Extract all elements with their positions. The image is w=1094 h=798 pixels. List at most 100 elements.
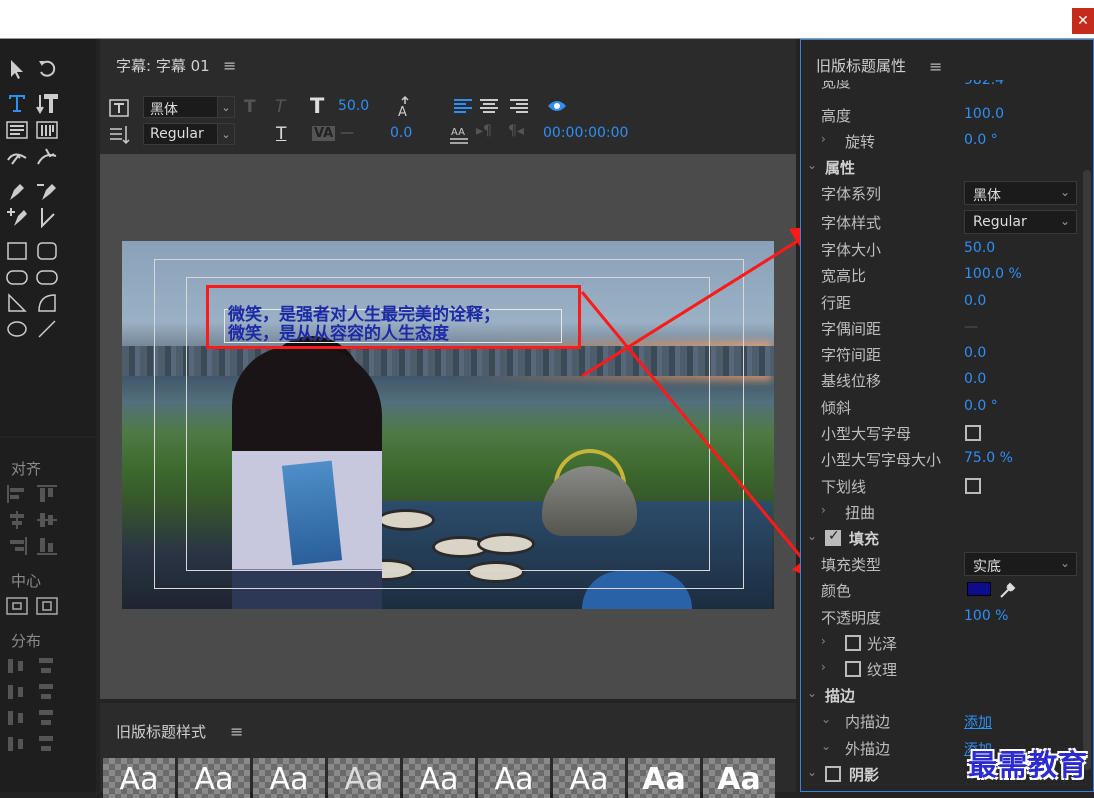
align-left-text-icon[interactable] [450, 95, 476, 119]
distribute-bottom-icon[interactable] [36, 708, 58, 728]
distribute-spacing-v-icon[interactable] [36, 734, 58, 754]
tools-panel [0, 39, 96, 436]
distribute-center-h-icon[interactable] [6, 682, 28, 702]
fill-color-swatch[interactable] [967, 582, 991, 596]
clipped-corner-tool-icon[interactable] [4, 265, 30, 289]
type-tool-icon[interactable] [4, 91, 30, 115]
title-template-icon[interactable] [106, 96, 132, 120]
delete-anchor-tool-icon[interactable] [34, 179, 60, 203]
tab-right-icon[interactable]: ¶◂ [508, 123, 524, 139]
prop-small-caps: 小型大写字母 [801, 420, 1094, 446]
line-tool-icon[interactable] [34, 317, 60, 341]
wedge-tool-icon[interactable] [4, 291, 30, 315]
path-type-tool-icon[interactable] [4, 145, 30, 169]
align-right-text-icon[interactable] [506, 95, 532, 119]
prop-rotation[interactable]: › 旋转 0.0 ° [801, 128, 1094, 154]
bold-icon[interactable]: T [244, 97, 256, 117]
prop-texture[interactable]: › 纹理 [801, 656, 1094, 682]
center-horizontal-icon[interactable] [6, 596, 28, 616]
tab-stops-icon[interactable] [106, 123, 132, 147]
distribute-left-icon[interactable] [6, 656, 28, 676]
font-style-dropdown[interactable]: ⌄ [217, 123, 235, 145]
style-swatch[interactable]: Aa [478, 758, 550, 798]
texture-checkbox[interactable] [845, 661, 861, 677]
arc-tool-icon[interactable] [34, 291, 60, 315]
distribute-spacing-h-icon[interactable] [6, 734, 28, 754]
section-fill[interactable]: ⌄ 填充 [801, 525, 1094, 551]
round-corner-tool-icon[interactable] [34, 265, 60, 289]
fill-type-combo[interactable]: 实底 ⌄ [964, 552, 1077, 576]
sheen-checkbox[interactable] [845, 635, 861, 651]
prop-sheen[interactable]: › 光泽 [801, 630, 1094, 656]
font-size-value[interactable]: 50.0 [338, 98, 369, 114]
kerning-icon: VA [312, 126, 336, 141]
show-background-video-icon[interactable] [544, 95, 570, 119]
distribute-center-v-icon[interactable] [36, 682, 58, 702]
align-right-icon[interactable] [6, 536, 28, 556]
pen-tool-icon[interactable] [4, 179, 30, 203]
section-properties[interactable]: ⌄ 属性 [801, 154, 1094, 180]
italic-icon[interactable]: T [275, 97, 285, 117]
prop-font-style: 字体样式 Regular ⌄ [801, 209, 1094, 235]
style-swatch[interactable]: Aa [178, 758, 250, 798]
eyedropper-icon[interactable] [997, 579, 1019, 601]
styles-menu-icon[interactable]: ≡ [230, 722, 243, 741]
tab-left-icon[interactable]: ▸¶ [476, 123, 492, 139]
kerning-value[interactable]: — [340, 125, 354, 141]
style-swatch[interactable]: Aa [703, 758, 775, 798]
watermark-logo: 最需教育 [968, 748, 1089, 782]
tracking-value[interactable]: 0.0 [390, 125, 412, 141]
font-style-combo[interactable]: Regular ⌄ [964, 210, 1077, 234]
align-top-icon[interactable] [36, 484, 58, 504]
align-left-icon[interactable] [6, 484, 28, 504]
font-style-select[interactable]: Regular [143, 123, 221, 145]
small-caps-checkbox[interactable] [965, 425, 981, 441]
distribute-right-icon[interactable] [6, 708, 28, 728]
chevron-down-icon: ⌄ [221, 100, 231, 114]
style-swatch[interactable]: Aa [628, 758, 700, 798]
prop-distort[interactable]: › 扭曲 [801, 499, 1094, 525]
style-swatch[interactable]: Aa [403, 758, 475, 798]
add-inner-stroke-link[interactable]: 添加 [964, 712, 992, 732]
style-swatch[interactable]: Aa [253, 758, 325, 798]
font-family-dropdown[interactable]: ⌄ [217, 96, 235, 118]
center-vertical-icon[interactable] [36, 596, 58, 616]
font-family-select[interactable]: 黑体 [143, 96, 221, 118]
align-center-h-icon[interactable] [6, 510, 28, 530]
props-menu-icon[interactable]: ≡ [929, 57, 942, 76]
prop-font-size: 字体大小 50.0 [821, 240, 996, 259]
style-swatch[interactable]: Aa [103, 758, 175, 798]
title-canvas[interactable]: 微笑，是强者对人生最完美的诠释； 微笑，是从从容容的人生态度 [100, 154, 796, 699]
chevron-right-icon: › [821, 634, 826, 648]
selection-tool-icon[interactable] [4, 57, 30, 81]
font-family-combo[interactable]: 黑体 ⌄ [964, 181, 1077, 205]
convert-anchor-tool-icon[interactable] [34, 205, 60, 229]
align-center-v-icon[interactable] [36, 510, 58, 530]
add-anchor-tool-icon[interactable] [4, 205, 30, 229]
prop-leading: 行距 0.0 [821, 293, 987, 312]
distribute-top-icon[interactable] [36, 656, 58, 676]
rounded-rectangle-tool-icon[interactable] [34, 239, 60, 263]
rotate-tool-icon[interactable] [34, 57, 60, 81]
align-center-text-icon[interactable] [476, 95, 502, 119]
fill-checkbox[interactable] [825, 528, 841, 546]
ellipse-tool-icon[interactable] [4, 317, 30, 341]
distribute-label: 分布 [11, 632, 42, 650]
vertical-type-tool-icon[interactable] [34, 91, 60, 115]
section-stroke[interactable]: ⌄ 描边 [801, 682, 1094, 708]
style-swatch[interactable]: Aa [553, 758, 625, 798]
close-button[interactable]: ✕ [1072, 8, 1094, 34]
shadow-checkbox[interactable] [825, 766, 841, 782]
vertical-area-type-tool-icon[interactable] [34, 118, 60, 142]
chevron-right-icon: › [821, 132, 826, 146]
underline-icon[interactable]: T [276, 124, 286, 144]
panel-menu-icon[interactable]: ≡ [223, 56, 236, 75]
align-bottom-icon[interactable] [36, 536, 58, 556]
underline-checkbox[interactable] [965, 478, 981, 494]
area-type-tool-icon[interactable] [4, 118, 30, 142]
timecode-value[interactable]: 00:00:00:00 [543, 125, 628, 141]
vertical-path-type-tool-icon[interactable] [34, 145, 60, 169]
style-swatch[interactable]: Aa [328, 758, 400, 798]
rectangle-tool-icon[interactable] [4, 239, 30, 263]
chevron-down-icon: ⌄ [807, 529, 818, 543]
